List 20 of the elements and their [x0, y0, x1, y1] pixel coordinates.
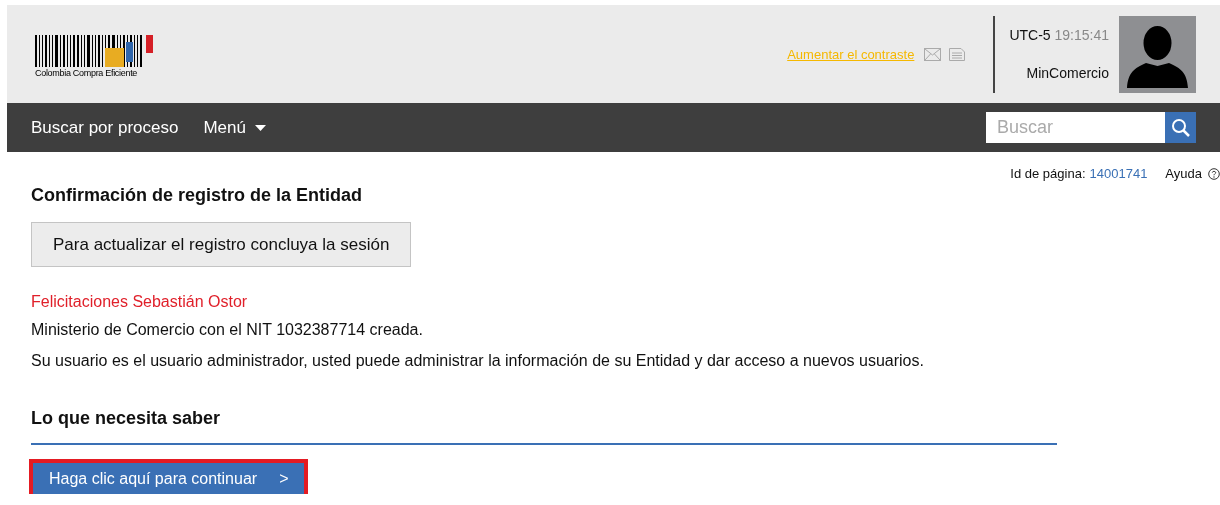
help-icon[interactable]	[1208, 167, 1220, 180]
message-text: Ministerio de Comercio con el NIT 1032387714 creada.	[31, 321, 424, 339]
greeting-text: Felicitaciones Sebastián Ostor	[31, 293, 249, 311]
nav-link[interactable]: Buscar por proceso	[31, 117, 192, 138]
page-id-label: Id de página:	[1010, 166, 1086, 181]
clock-text: UTC-5 19:15:41	[1009, 27, 1109, 43]
section-title: Lo que necesita saber	[31, 408, 222, 429]
message-text: Su usuario es el usuario administrador, usted puede administrar la información de su Entidad y dar acceso a nuevos usuarios.	[31, 352, 925, 370]
menu-dropdown[interactable]: Menú	[203, 117, 279, 138]
search-button[interactable]	[1165, 112, 1196, 143]
user-name: MinComercio	[1026, 65, 1109, 81]
logout-button[interactable]: Para actualizar el registro concluya la sesión	[31, 222, 412, 267]
search-field[interactable]: Buscar	[986, 112, 1165, 143]
avatar-icon[interactable]	[1119, 15, 1196, 93]
page-title: Confirmación de registro de la Entidad	[31, 185, 364, 206]
page-id-link[interactable]: 14001741	[1089, 166, 1148, 181]
logo-text: Colombia Compra Eficiente	[35, 67, 138, 78]
search-icon	[1170, 117, 1191, 138]
help-link[interactable]: Ayuda	[1165, 166, 1202, 181]
caret-icon	[254, 124, 266, 131]
